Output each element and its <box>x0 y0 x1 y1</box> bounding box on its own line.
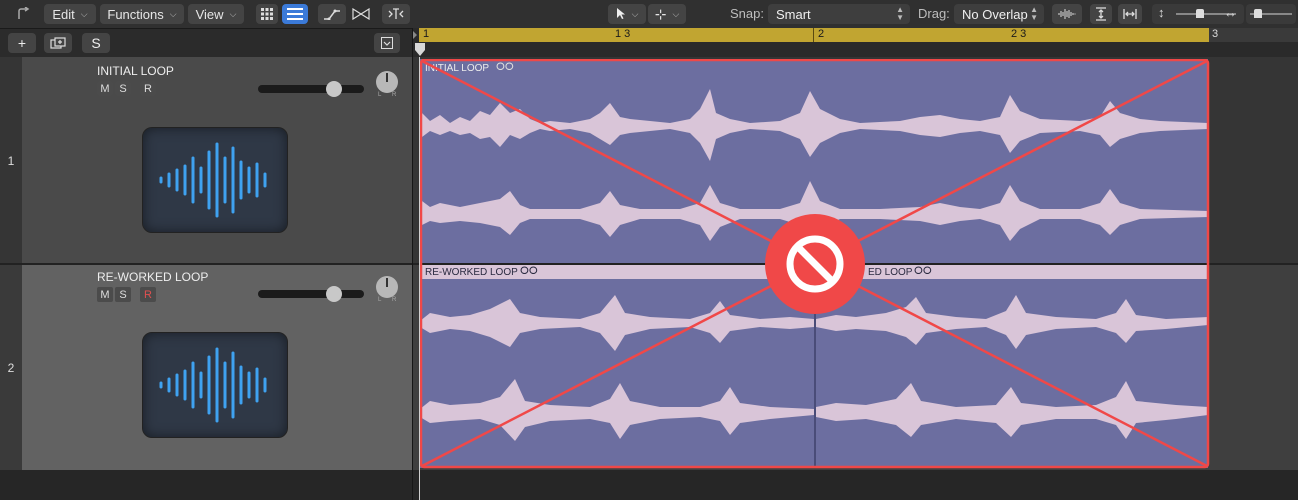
horizontal-fit-icon[interactable] <box>1118 4 1142 24</box>
record-enable-button[interactable]: R <box>140 287 156 302</box>
mute-button[interactable]: M <box>97 287 113 302</box>
view-menu[interactable]: View ⌵ <box>188 4 244 24</box>
volume-slider-knob[interactable] <box>326 81 342 97</box>
functions-menu-label: Functions <box>107 6 164 22</box>
functions-menu[interactable]: Functions ⌵ <box>100 4 184 24</box>
pan-left-label: L <box>378 92 382 98</box>
snap-label: Snap: <box>730 6 764 21</box>
record-enable-button[interactable]: R <box>140 81 156 96</box>
waveform-icon <box>159 347 267 423</box>
pan-right-label: R <box>392 92 397 98</box>
solo-label: S <box>91 35 101 51</box>
pan-indicator <box>386 278 388 287</box>
pan-knob[interactable] <box>376 71 398 93</box>
pointer-tool[interactable]: ⌵ <box>608 4 646 24</box>
pan-right-label: R <box>392 297 397 303</box>
snap-dropdown[interactable]: Smart ▲ ▼ <box>768 4 910 24</box>
volume-slider[interactable] <box>258 85 364 93</box>
grid-view-icon[interactable] <box>256 4 278 24</box>
mute-button[interactable]: M <box>97 81 113 96</box>
list-view-icon[interactable] <box>282 4 308 24</box>
duplicate-track-button[interactable] <box>44 33 72 53</box>
drag-value: No Overlap <box>962 6 1028 22</box>
timeline-ruler-outside[interactable]: 3 <box>1209 28 1298 42</box>
track-name[interactable]: RE-WORKED LOOP <box>97 270 208 284</box>
ruler-mark: 3 <box>1212 28 1219 40</box>
ruler-mark: 1 <box>423 28 430 40</box>
add-track-button[interactable]: + <box>8 33 36 53</box>
chevron-down-icon: ⌵ <box>80 8 88 19</box>
track-icon-waveform[interactable] <box>142 332 288 438</box>
horizontal-zoom-thumb[interactable] <box>1254 9 1262 18</box>
pointer-icon <box>616 8 625 19</box>
snap-value: Smart <box>776 6 811 22</box>
track-header-2[interactable]: RE-WORKED LOOP M S R L R <box>22 265 412 470</box>
waveform-zoom-icon[interactable] <box>1052 4 1082 24</box>
waveform-icon <box>159 142 267 218</box>
prohibited-icon <box>765 214 865 314</box>
vertical-zoom-thumb[interactable] <box>1196 9 1204 18</box>
volume-slider[interactable] <box>258 290 364 298</box>
pan-left-label: L <box>378 297 382 303</box>
ruler-mark: 1 3 <box>615 28 631 40</box>
ruler-left-gap <box>412 28 419 42</box>
catch-playhead-icon[interactable] <box>382 4 410 24</box>
track-icon-waveform[interactable] <box>142 127 288 233</box>
track-name[interactable]: INITIAL LOOP <box>97 64 174 78</box>
vertical-fit-icon[interactable] <box>1090 4 1112 24</box>
updown-icon: ▲ ▼ <box>1030 5 1038 22</box>
solo-button[interactable]: S <box>115 287 131 302</box>
horizontal-arrows-icon: ↔ <box>1224 5 1237 20</box>
view-menu-label: View <box>195 6 224 22</box>
chevron-down-icon: ⌵ <box>169 8 177 19</box>
crosshair-tool[interactable]: ⊹ ⌵ <box>648 4 686 24</box>
pan-knob[interactable] <box>376 276 398 298</box>
track-header-1[interactable]: INITIAL LOOP M S R L R <box>22 57 412 263</box>
drag-dropdown[interactable]: No Overlap ▲ ▼ <box>954 4 1044 24</box>
main-toolbar: Edit ⌵ Functions ⌵ View ⌵ ⌵ ⊹ ⌵ Snap: Smart … <box>0 0 1298 29</box>
track-number: 2 <box>7 361 15 375</box>
pan-indicator <box>386 73 388 82</box>
marker-lane[interactable] <box>412 42 1298 57</box>
chevron-down-icon: ⌵ <box>229 8 237 19</box>
playhead-icon[interactable] <box>413 42 427 57</box>
empty-track-area[interactable] <box>0 470 1298 500</box>
volume-slider-knob[interactable] <box>326 286 342 302</box>
timeline-ruler[interactable]: 1 1 3 2 2 3 <box>419 28 1209 42</box>
pane-splitter[interactable] <box>412 28 413 500</box>
edit-menu-label: Edit <box>52 6 75 22</box>
track-number: 1 <box>7 154 15 168</box>
vertical-arrows-icon: ↕ <box>1158 5 1165 20</box>
track-number-cell[interactable]: 1 <box>0 57 22 263</box>
automation-icon[interactable] <box>318 4 346 24</box>
collapse-button[interactable] <box>374 33 400 53</box>
duplicate-icon <box>50 37 66 49</box>
chevron-down-icon: ⌵ <box>631 8 639 19</box>
updown-icon: ▲ ▼ <box>896 5 904 22</box>
tracklist-header: + S <box>0 29 412 57</box>
plus-icon: + <box>17 35 27 51</box>
horizontal-zoom-control[interactable]: ↔ <box>1224 4 1296 24</box>
global-solo-button[interactable]: S <box>82 33 110 53</box>
ruler-mark: 2 <box>818 28 825 40</box>
ruler-bar-line <box>813 28 814 42</box>
track-number-cell[interactable]: 2 <box>0 265 22 470</box>
crosshair-icon: ⊹ <box>654 5 667 22</box>
flex-icon[interactable] <box>348 4 374 24</box>
collapse-icon <box>381 37 393 49</box>
edit-menu[interactable]: Edit ⌵ <box>44 4 96 24</box>
catch-icon[interactable] <box>10 4 36 24</box>
drag-label: Drag: <box>918 6 950 21</box>
chevron-down-icon: ⌵ <box>672 8 680 19</box>
solo-button[interactable]: S <box>115 81 131 96</box>
ruler-mark: 2 3 <box>1011 28 1027 40</box>
